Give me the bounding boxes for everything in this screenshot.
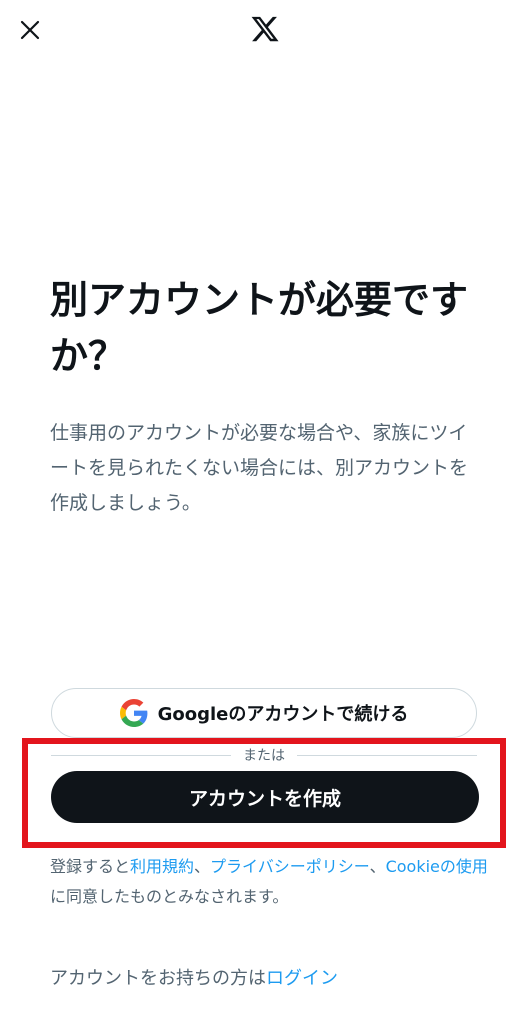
google-signin-label: Googleのアカウントで続ける (157, 704, 409, 725)
divider-line-right (297, 754, 477, 756)
close-icon (20, 20, 40, 40)
google-icon (119, 699, 148, 727)
login-link[interactable]: ログイン (266, 968, 338, 989)
legal-notice: 登録すると利用規約、プライバシーポリシー、Cookieの使用に同意したものとみな… (50, 852, 490, 912)
or-divider: または (51, 744, 477, 766)
legal-separator-2: 、 (369, 857, 386, 876)
legal-separator-1: 、 (194, 857, 211, 876)
privacy-policy-link[interactable]: プライバシーポリシー (210, 857, 370, 876)
cookie-use-link[interactable]: Cookieの使用 (386, 857, 488, 876)
create-account-label: アカウントを作成 (188, 787, 341, 810)
divider-label: または (243, 748, 285, 764)
x-logo-icon (251, 16, 279, 42)
login-prompt: アカウントをお持ちの方はログイン (50, 964, 490, 994)
login-prompt-text: アカウントをお持ちの方は (50, 968, 266, 989)
legal-suffix: に同意したものとみなされます。 (50, 887, 289, 906)
terms-link[interactable]: 利用規約 (130, 857, 194, 876)
page-title: 別アカウントが必要ですか？ (50, 278, 469, 378)
create-account-button[interactable]: アカウントを作成 (51, 771, 479, 823)
close-button[interactable] (14, 14, 46, 46)
legal-prefix: 登録すると (50, 857, 131, 876)
google-signin-button[interactable]: Googleのアカウントで続ける (51, 688, 477, 738)
top-bar (0, 0, 529, 60)
divider-line-left (51, 754, 231, 756)
page-description: 仕事用のアカウントが必要な場合や、家族にツイートを見られたくない場合には、別アカ… (50, 422, 469, 514)
